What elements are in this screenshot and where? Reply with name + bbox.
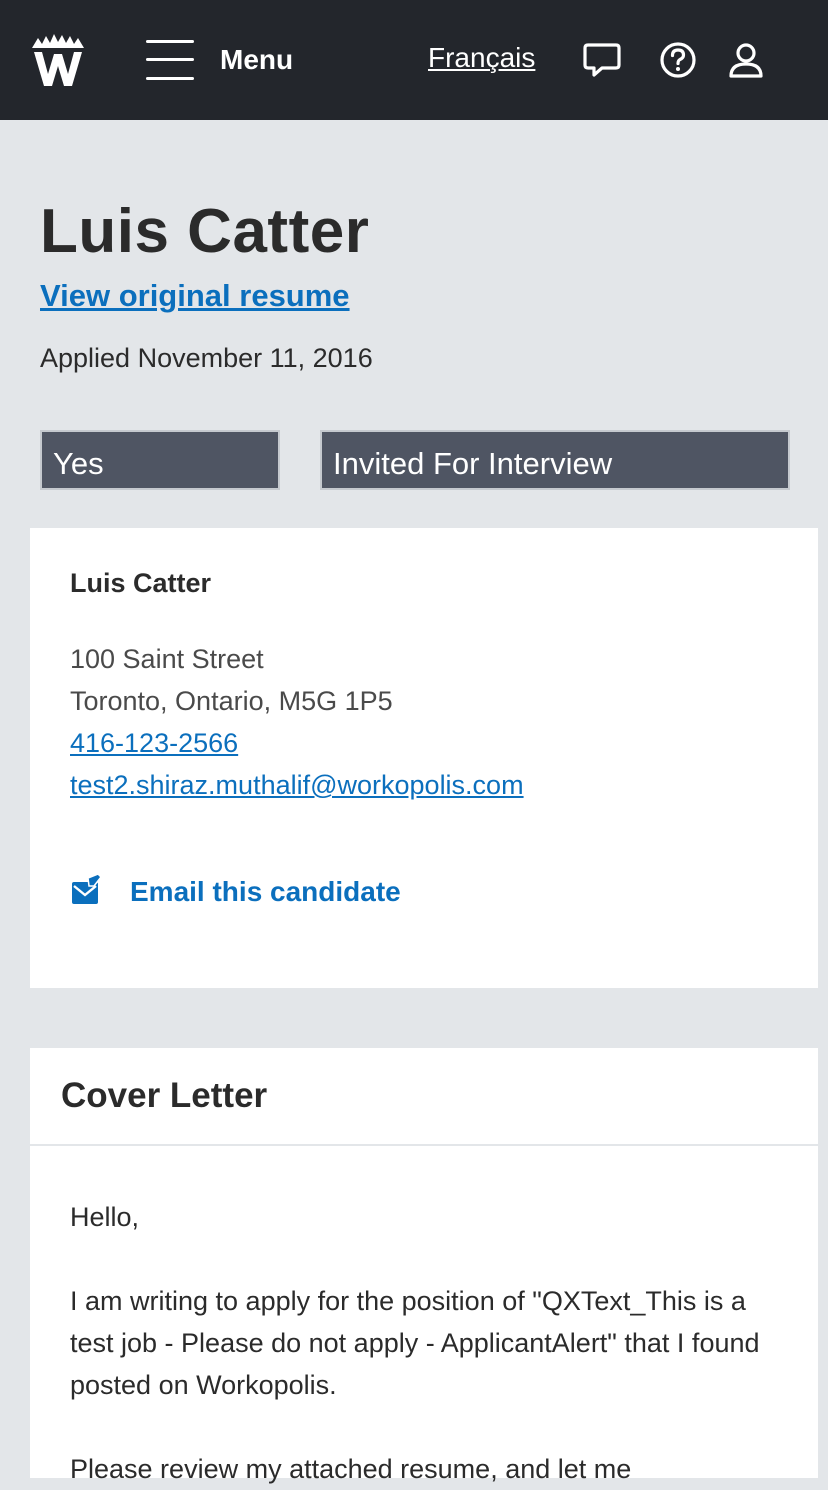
cover-letter-paragraph: Please review my attached resume, and le… bbox=[70, 1454, 632, 1484]
workopolis-logo[interactable] bbox=[28, 30, 88, 90]
contact-phone-link[interactable]: 416-123-2566 bbox=[70, 728, 238, 759]
cover-letter-greeting: Hello, bbox=[70, 1202, 140, 1232]
email-candidate-label: Email this candidate bbox=[130, 876, 401, 907]
contact-email-link[interactable]: test2.shiraz.muthalif@workopolis.com bbox=[70, 770, 524, 801]
contact-city: Toronto, Ontario, M5G 1P5 bbox=[70, 686, 393, 716]
language-link[interactable]: Français bbox=[428, 42, 535, 74]
contact-card: Luis Catter 100 Saint Street Toronto, On… bbox=[30, 528, 818, 988]
stage-status-select[interactable]: Invited For Interview bbox=[320, 430, 790, 490]
hamburger-icon bbox=[146, 40, 194, 80]
shortlist-status-select[interactable]: Yes bbox=[40, 430, 280, 490]
candidate-name: Luis Catter bbox=[40, 197, 370, 266]
user-icon[interactable] bbox=[726, 40, 766, 80]
menu-button[interactable]: Menu bbox=[146, 38, 316, 82]
contact-name: Luis Catter bbox=[70, 568, 212, 598]
cover-letter-title: Cover Letter bbox=[61, 1076, 268, 1115]
menu-label: Menu bbox=[220, 44, 294, 75]
top-navigation-bar: Menu Français bbox=[0, 0, 828, 120]
help-icon[interactable] bbox=[658, 40, 698, 80]
contact-street: 100 Saint Street bbox=[70, 644, 264, 674]
cover-letter-divider bbox=[30, 1144, 818, 1146]
chat-icon[interactable] bbox=[582, 40, 622, 80]
cover-letter-card: Cover Letter Hello, I am writing to appl… bbox=[30, 1048, 818, 1484]
view-original-resume-link[interactable]: View original resume bbox=[40, 278, 350, 314]
applied-date: Applied November 11, 2016 bbox=[40, 343, 373, 373]
cover-letter-paragraph: I am writing to apply for the position o… bbox=[70, 1286, 760, 1400]
compose-email-icon bbox=[72, 874, 102, 904]
